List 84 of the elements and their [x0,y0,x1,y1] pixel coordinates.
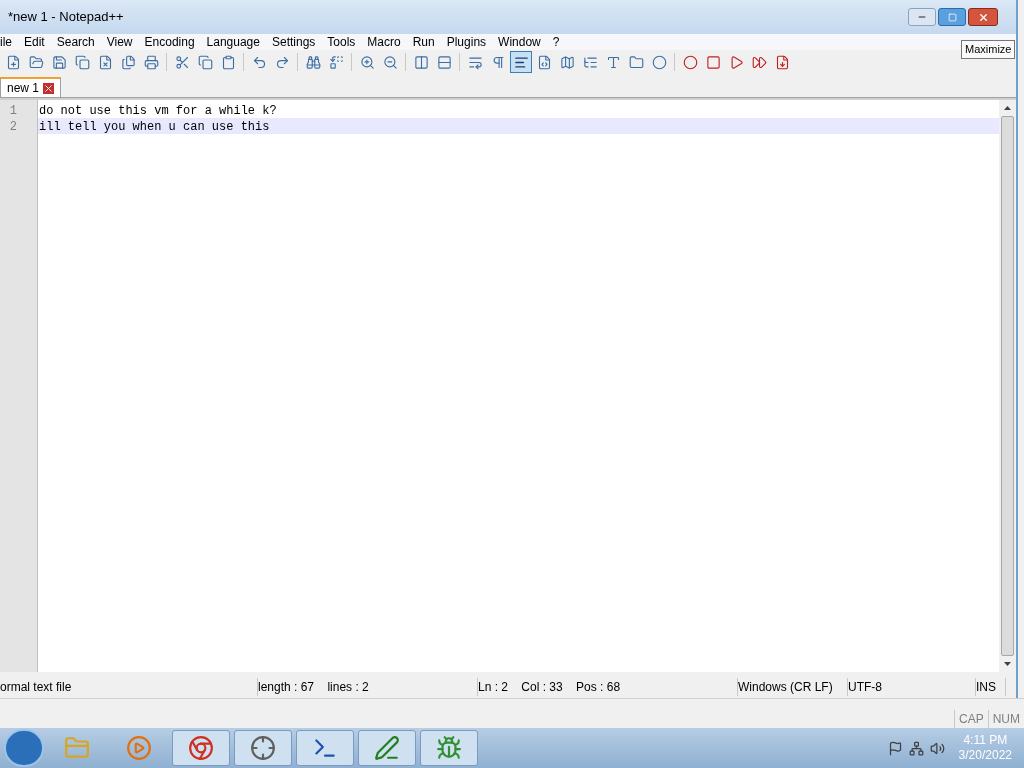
close-button[interactable] [968,8,998,26]
toolbar-button[interactable] [510,51,532,73]
menu-item[interactable]: Search [50,33,101,51]
scissors-icon [174,54,190,70]
status-field: length : 67 lines : 2 [258,678,478,696]
taskbar-button[interactable] [358,730,416,766]
bug-icon [436,735,462,761]
maximize-icon [947,12,957,22]
status-field: Windows (CR LF) [738,678,848,696]
pilcrow-icon [490,54,506,70]
window-title: *new 1 - Notepad++ [8,8,124,27]
close-icon[interactable] [43,82,55,94]
chrome-icon [188,735,214,761]
clock-date: 3/20/2022 [958,748,1012,763]
undo-icon [251,54,267,70]
menu-item[interactable]: Tools [321,33,362,51]
copy-icon [74,54,90,70]
list-tree-icon [582,54,598,70]
flag-icon[interactable] [887,740,903,756]
menu-item[interactable]: Encoding [138,33,201,51]
record-icon [682,54,698,70]
status-field: UTF-8 [848,678,976,696]
code-line: do not use this vm for a while k? [38,103,278,118]
vertical-scrollbar[interactable] [999,100,1016,672]
close-icon [977,11,989,23]
taskbar-button[interactable] [296,730,354,766]
taskbar-button[interactable] [420,730,478,766]
menu-item[interactable]: View [100,33,139,51]
folder-icon [28,54,44,70]
menu-item[interactable]: Macro [361,33,407,51]
volume-icon[interactable] [929,740,945,756]
taskbar-button[interactable] [172,730,230,766]
fast-forward-icon [751,54,767,70]
menu-item[interactable]: ile [0,33,18,51]
zoom-out-icon [382,54,398,70]
files-icon [120,54,136,70]
status-field: INS [976,678,1006,696]
text-icon [605,54,621,70]
start-button[interactable] [4,729,44,767]
copy-icon [197,54,213,70]
code-file-icon [536,54,552,70]
file-tab[interactable]: new 1 [0,77,62,97]
menu-item[interactable]: Run [406,33,441,51]
folder-icon [64,735,90,761]
indent-icon [513,54,529,70]
maximize-button[interactable] [938,8,966,26]
redo-icon [274,54,290,70]
menu-item[interactable]: Plugins [440,33,493,51]
crosshair-icon [250,735,276,761]
menu-item[interactable]: Settings [265,33,322,51]
play-icon [728,54,744,70]
map-icon [559,54,575,70]
printer-icon [143,54,159,70]
rows-icon [436,54,452,70]
status-field: ormal text file [0,678,258,696]
wrap-text-icon [467,54,483,70]
scroll-up-icon[interactable] [1004,106,1011,110]
close-file-icon [97,54,113,70]
line-number: 1 [8,103,18,118]
scroll-down-icon[interactable] [1004,662,1011,666]
binoculars-icon [305,54,321,70]
folder-icon [628,54,644,70]
minimize-button[interactable] [908,8,936,26]
menu-item[interactable]: Edit [18,33,51,51]
line-number: 2 [8,119,18,134]
clock-time: 4:11 PM [963,733,1008,748]
clipboard-icon [220,54,236,70]
file-down-icon [774,54,790,70]
tooltip: Maximize [961,40,1016,59]
columns-icon [413,54,429,70]
taskbar-button[interactable] [234,730,292,766]
menu-item[interactable]: Language [200,33,266,51]
menu-item[interactable]: ? [546,33,566,51]
new-file-icon [5,54,21,70]
status-field: Ln : 2 Col : 33 Pos : 68 [478,678,738,696]
save-icon [51,54,67,70]
play-icon [126,735,152,761]
pen-icon [374,735,400,761]
replace-icon [328,54,344,70]
network-icon[interactable] [908,740,924,756]
stop-icon [705,54,721,70]
zoom-in-icon [359,54,375,70]
tab-label: new 1 [7,80,40,97]
menu-item[interactable]: Window [492,33,547,51]
